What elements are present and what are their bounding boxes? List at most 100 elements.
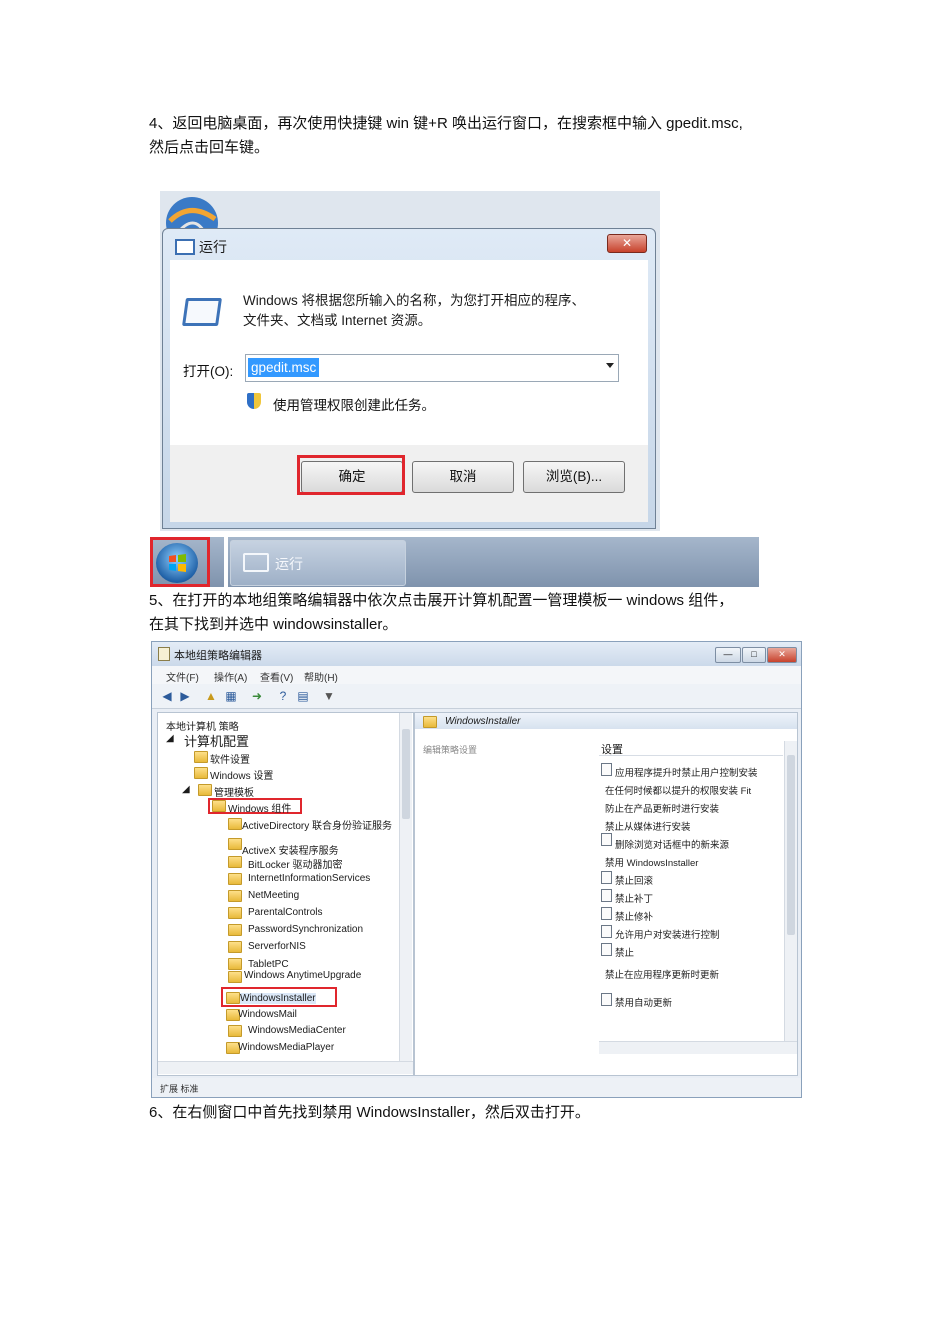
admin-note: 使用管理权限创建此任务。 — [273, 398, 435, 413]
taskbar-run-label: 运行 — [275, 556, 303, 572]
setting-row[interactable]: 应用程序提升时禁止用户控制安装 — [615, 765, 758, 779]
status-tabs[interactable]: 扩展 标准 — [160, 1082, 199, 1095]
details-scrollbar[interactable] — [784, 741, 797, 1041]
details-header-title: WindowsInstaller — [445, 716, 521, 727]
run-description-line2: 文件夹、文档或 Internet 资源。 — [243, 313, 432, 328]
cancel-button[interactable]: 取消 — [412, 461, 514, 493]
tree-pane: 本地计算机 策略 ◢ 计算机配置 软件设置 Windows 设置 ◢ 管理模板 … — [157, 712, 414, 1076]
run-description: Windows 将根据您所输入的名称，为您打开相应的程序、 文件夹、文档或 In… — [243, 291, 633, 331]
policy-icon — [158, 647, 170, 661]
run-dialog-screenshot: 运行 ✕ Windows 将根据您所输入的名称，为您打开相应的程序、 文件夹、文… — [160, 191, 660, 531]
scroll-thumb[interactable] — [402, 729, 410, 819]
toolbar: ◀ ▶ ▲ ▦ ➜ ? ▤ ▼ — [152, 684, 801, 709]
folder-icon — [194, 751, 208, 763]
tree-item[interactable]: ActiveX 安装程序服务 — [242, 842, 339, 857]
back-icon[interactable]: ◀ — [160, 689, 174, 703]
setting-row[interactable]: 禁止修补 — [615, 909, 653, 923]
setting-row[interactable]: 禁止在应用程序更新时更新 — [605, 967, 719, 981]
setting-row[interactable]: 删除浏览对话框中的新来源 — [615, 837, 729, 851]
properties-icon[interactable]: ▤ — [296, 689, 310, 703]
tree-hscrollbar[interactable] — [158, 1061, 413, 1074]
step5-line1: 5、在打开的本地组策略编辑器中依次点击展开计算机配置一管理模板一 windows… — [149, 592, 734, 609]
menu-bar: 文件(F) 操作(A) 查看(V) 帮助(H) — [152, 666, 801, 684]
run-body: Windows 将根据您所输入的名称，为您打开相应的程序、 文件夹、文档或 In… — [170, 260, 648, 445]
menu-help[interactable]: 帮助(H) — [304, 669, 338, 684]
forward-icon[interactable]: ▶ — [178, 689, 192, 703]
scroll-thumb[interactable] — [787, 755, 795, 935]
folder-icon — [228, 1025, 242, 1037]
status-bar: 扩展 标准 — [152, 1078, 801, 1097]
menu-action[interactable]: 操作(A) — [214, 669, 247, 684]
expand-icon[interactable]: ◢ — [166, 733, 174, 744]
tree-windows-components[interactable]: Windows 组件 — [228, 800, 291, 815]
tree-item[interactable]: WindowsMediaPlayer — [238, 1042, 334, 1053]
run-window-title: 运行 — [199, 239, 227, 255]
folder-icon — [228, 856, 242, 868]
chevron-down-icon[interactable] — [606, 363, 614, 368]
folder-icon — [423, 716, 437, 728]
folder-icon — [226, 992, 240, 1004]
tree-item[interactable]: ActiveDirectory 联合身份验证服务 — [242, 817, 392, 832]
setting-row[interactable]: 允许用户对安装进行控制 — [615, 927, 720, 941]
setting-row[interactable]: 防止在产品更新时进行安装 — [605, 801, 719, 815]
setting-row[interactable]: 禁止从媒体进行安装 — [605, 819, 691, 833]
tree-item[interactable]: ParentalControls — [248, 907, 322, 918]
menu-view[interactable]: 查看(V) — [260, 669, 293, 684]
run-window: 运行 ✕ Windows 将根据您所输入的名称，为您打开相应的程序、 文件夹、文… — [162, 228, 656, 529]
tree-item[interactable]: WindowsMediaCenter — [248, 1025, 346, 1036]
tree-item[interactable]: ServerforNIS — [248, 941, 306, 952]
divider — [599, 755, 783, 756]
show-tree-icon[interactable]: ▦ — [224, 689, 238, 703]
details-header: WindowsInstaller — [415, 713, 797, 729]
shield-icon — [247, 393, 261, 409]
setting-row-disable-installer[interactable]: 禁用 WindowsInstaller — [605, 855, 698, 869]
tree-item[interactable]: WindowsMail — [238, 1009, 297, 1020]
expand-icon[interactable]: ◢ — [182, 784, 190, 795]
setting-row[interactable]: 禁止补丁 — [615, 891, 653, 905]
setting-row[interactable]: 禁止 — [615, 945, 634, 959]
maximize-button[interactable]: □ — [742, 647, 766, 663]
folder-icon — [228, 890, 242, 902]
tree-computer-config[interactable]: 计算机配置 — [184, 731, 249, 750]
open-input-value: gpedit.msc — [248, 358, 320, 377]
close-button[interactable]: ✕ — [607, 234, 647, 253]
tree-item[interactable]: InternetInformationServices — [248, 873, 370, 884]
menu-file[interactable]: 文件(F) — [166, 669, 199, 684]
tree-item[interactable]: TabletPC — [248, 959, 289, 970]
minimize-button[interactable]: — — [715, 647, 741, 663]
setting-row[interactable]: 禁用自动更新 — [615, 995, 672, 1009]
start-highlight — [150, 537, 210, 587]
folder-icon — [228, 924, 242, 936]
tree-item-selected[interactable]: WindowsInstaller — [240, 993, 316, 1004]
gpedit-screenshot: 本地组策略编辑器 — □ ✕ 文件(F) 操作(A) 查看(V) 帮助(H) ◀… — [151, 641, 802, 1098]
folder-icon — [228, 941, 242, 953]
step4-line2: 然后点击回车键。 — [149, 139, 270, 156]
folder-icon — [228, 873, 242, 885]
details-hscrollbar[interactable] — [599, 1041, 797, 1054]
taskbar-run-item[interactable]: 运行 — [230, 540, 406, 586]
setting-row[interactable]: 在任何时候都以提升的权限安装 Fit — [605, 783, 751, 797]
tree-windows-settings[interactable]: Windows 设置 — [210, 767, 273, 782]
policy-setting-icon — [601, 943, 612, 956]
tree-software-settings[interactable]: 软件设置 — [210, 751, 250, 766]
policy-setting-icon — [601, 993, 612, 1006]
export-icon[interactable]: ➜ — [250, 689, 264, 703]
tree-scrollbar[interactable] — [399, 713, 412, 1061]
close-button[interactable]: ✕ — [767, 647, 797, 663]
tree-item[interactable]: BitLocker 驱动器加密 — [248, 856, 342, 871]
step4-paragraph: 4、返回电脑桌面，再次使用快捷键 win 键+R 唤出运行窗口，在搜索框中输入 … — [149, 112, 809, 160]
policy-setting-icon — [601, 925, 612, 938]
up-folder-icon[interactable]: ▲ — [204, 689, 218, 703]
filter-icon[interactable]: ▼ — [322, 689, 336, 703]
run-description-line1: Windows 将根据您所输入的名称，为您打开相应的程序、 — [243, 293, 586, 308]
open-input[interactable]: gpedit.msc — [245, 354, 619, 382]
setting-row[interactable]: 禁止回滚 — [615, 873, 653, 887]
step4-line1: 4、返回电脑桌面，再次使用快捷键 win 键+R 唤出运行窗口，在搜索框中输入 … — [149, 115, 743, 132]
browse-button[interactable]: 浏览(B)... — [523, 461, 625, 493]
help-icon[interactable]: ? — [276, 689, 290, 703]
tree-admin-templates[interactable]: 管理模板 — [214, 784, 254, 799]
details-description: 编辑策略设置 — [423, 745, 478, 755]
tree-item[interactable]: NetMeeting — [248, 890, 299, 901]
tree-item[interactable]: Windows AnytimeUpgrade — [244, 970, 361, 981]
tree-item[interactable]: PasswordSynchronization — [248, 924, 363, 935]
